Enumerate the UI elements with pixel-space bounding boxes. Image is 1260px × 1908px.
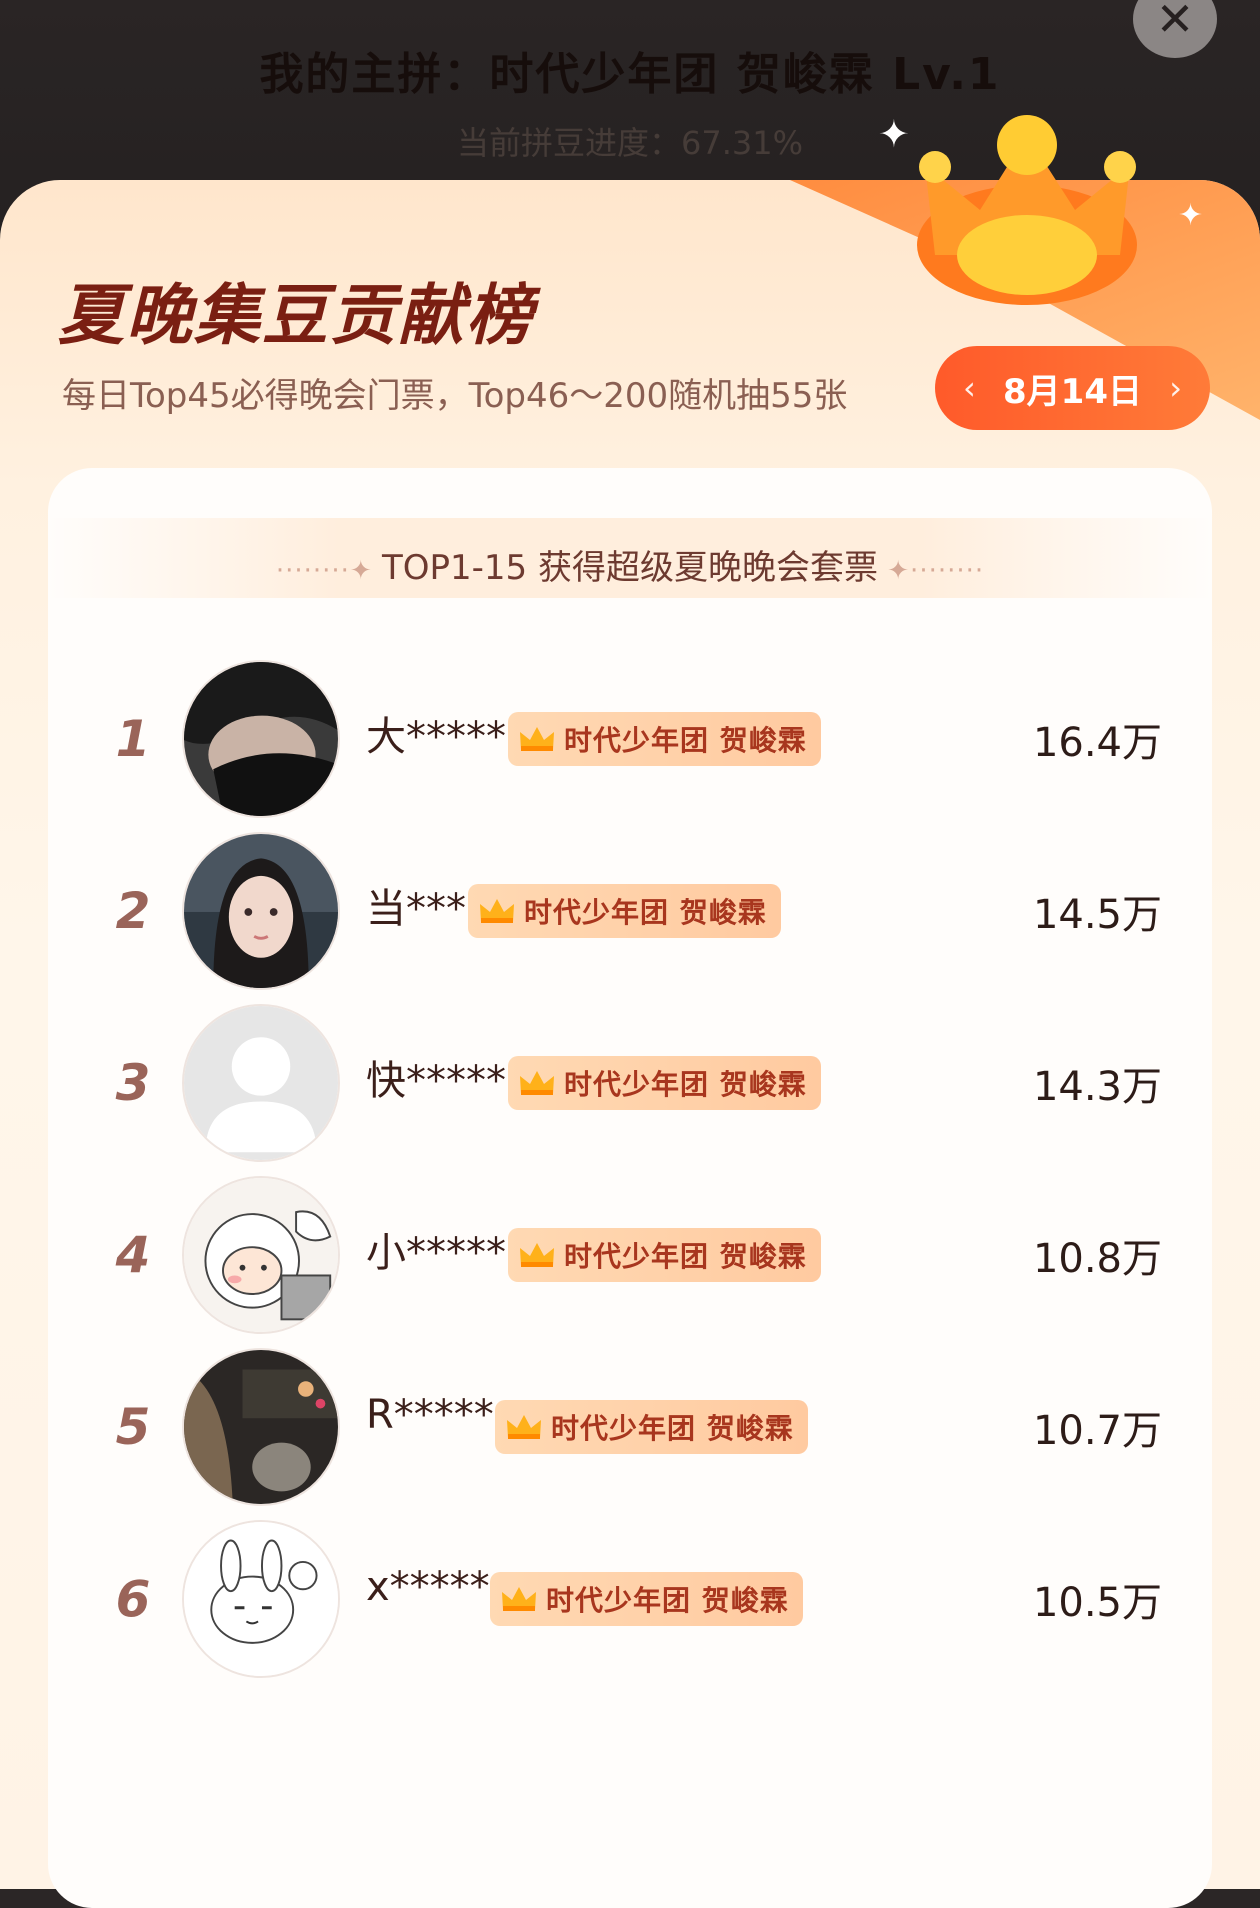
user-name: R***** [366,1392,494,1438]
crown-icon [480,899,514,923]
rank-number: 4 [115,1226,151,1284]
user-name: 快***** [366,1058,506,1104]
group-badge: 时代少年团 贺峻霖 [508,712,821,766]
rank-number: 2 [115,882,151,940]
ranking-row[interactable]: 5 R***** 时代少年团 贺峻霖 10.7万 [48,1348,1212,1518]
rank-number: 1 [115,710,151,768]
score-value: 16.4万 [1032,720,1162,766]
group-badge: 时代少年团 贺峻霖 [495,1400,808,1454]
chevron-left-icon[interactable]: ‹ [963,369,976,407]
group-badge: 时代少年团 贺峻霖 [508,1228,821,1282]
crown-icon [507,1415,541,1439]
date-selector[interactable]: ‹ 8月14日 › [935,346,1210,430]
default-user-avatar[interactable] [182,1004,340,1162]
score-value: 10.7万 [1032,1408,1162,1454]
group-badge: 时代少年团 贺峻霖 [508,1056,821,1110]
chevron-right-icon[interactable]: › [1169,369,1182,407]
user-name: x***** [366,1564,490,1610]
ranking-card: ········✦ TOP1-15 获得超级夏晚晚会套票 ✦········ 1… [48,468,1212,1908]
date-label: 8月14日 [1003,371,1142,412]
main-group-title: 我的主拼：时代少年团 贺峻霖 Lv.1 [259,49,1001,100]
girl-portrait-avatar[interactable] [182,832,340,990]
section-label-row: ········✦ TOP1-15 获得超级夏晚晚会套票 ✦········ [275,548,985,588]
score-value: 14.3万 [1032,1064,1162,1110]
ranking-row[interactable]: 6 x***** 时代少年团 贺峻霖 10.5万 [48,1520,1212,1690]
user-name: 小***** [366,1230,506,1276]
rank-number: 3 [115,1054,151,1112]
night-scene-avatar[interactable] [182,1348,340,1506]
crown-icon [502,1587,536,1611]
score-value: 10.8万 [1032,1236,1162,1282]
crown-icon [520,727,554,751]
page-title: 夏晚集豆贡献榜 [58,277,534,354]
badge-label: 时代少年团 贺峻霖 [546,1584,789,1617]
badge-label: 时代少年团 贺峻霖 [551,1412,794,1445]
crown-icon [520,1243,554,1267]
cartoon-sheep-avatar[interactable] [182,1176,340,1334]
ranking-row[interactable]: 2 当*** 时代少年团 贺峻霖 14.5万 [48,832,1212,1002]
crown-icon [917,115,1137,305]
rank-number: 5 [115,1398,151,1456]
user-name: 大***** [366,714,506,760]
ranking-row[interactable]: 3 快***** 时代少年团 贺峻霖 14.3万 [48,1004,1212,1174]
sparkle-icon: ✦ [1178,198,1204,233]
page-subtitle: 每日Top45必得晚会门票，Top46～200随机抽55张 [62,376,848,416]
ranking-row[interactable]: 1 大***** 时代少年团 贺峻霖 16.4万 [48,660,1212,830]
crown-icon [520,1071,554,1095]
dark-hair-mask-avatar[interactable] [182,660,340,818]
badge-label: 时代少年团 贺峻霖 [564,724,807,757]
sparkle-icon: ✦ [878,112,910,156]
section-label: TOP1-15 获得超级夏晚晚会套票 [381,548,878,588]
badge-label: 时代少年团 贺峻霖 [564,1068,807,1101]
sketch-rabbit-avatar[interactable] [182,1520,340,1678]
rank-number: 6 [115,1570,151,1628]
ranking-row[interactable]: 4 小***** 时代少年团 贺峻霖 10.8万 [48,1176,1212,1346]
group-badge: 时代少年团 贺峻霖 [468,884,781,938]
score-value: 10.5万 [1032,1580,1162,1626]
user-name: 当*** [366,886,466,932]
badge-label: 时代少年团 贺峻霖 [564,1240,807,1273]
badge-label: 时代少年团 贺峻霖 [524,896,767,929]
group-badge: 时代少年团 贺峻霖 [490,1572,803,1626]
score-value: 14.5万 [1032,892,1162,938]
